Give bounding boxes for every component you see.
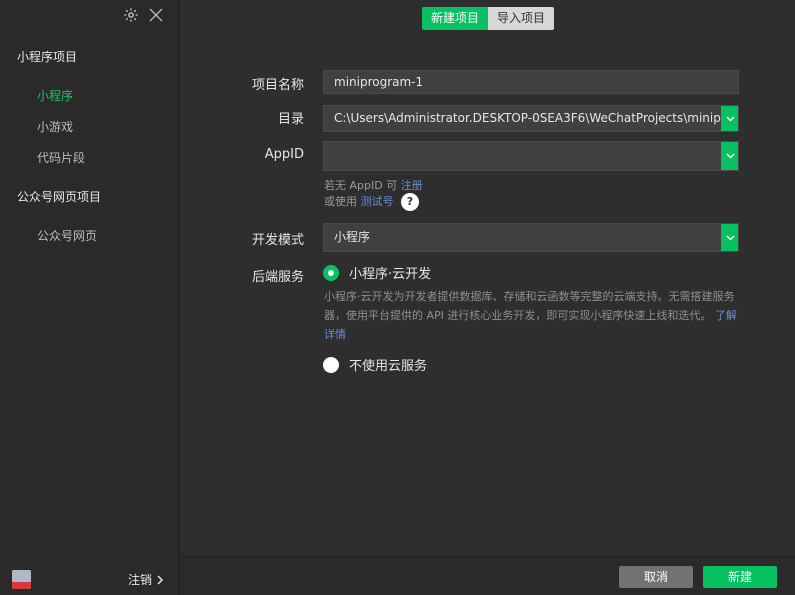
directory-label: 目录 (277, 112, 304, 127)
chevron-down-icon (725, 153, 735, 159)
section-miniprogram-projects: 小程序项目 (17, 50, 78, 64)
radio-button-checked[interactable] (323, 264, 339, 281)
gear-icon[interactable] (123, 7, 139, 23)
radio-cloud-dev[interactable]: 小程序·云开发 (323, 263, 431, 282)
create-button[interactable]: 新建 (703, 566, 777, 588)
directory-dropdown-button[interactable] (721, 106, 738, 131)
avatar (12, 570, 31, 589)
sidebar-item-code-snippet[interactable]: 代码片段 (37, 149, 85, 166)
sidebar: 小程序项目 小程序 小游戏 代码片段 公众号网页项目 公众号网页 注销 (0, 0, 180, 595)
dev-mode-select[interactable]: 小程序 (323, 223, 739, 252)
sidebar-item-miniprogram[interactable]: 小程序 (37, 87, 73, 104)
dev-mode-dropdown-button[interactable] (721, 224, 738, 251)
radio-button-unchecked[interactable] (323, 356, 339, 373)
help-icon[interactable]: ? (401, 193, 419, 211)
appid-register-hint: 若无 AppID 可 注册 (324, 179, 423, 192)
directory-value: C:\Users\Administrator.DESKTOP-0SEA3F6\W… (334, 111, 739, 125)
chevron-down-icon (725, 115, 735, 122)
appid-label: AppID (264, 147, 304, 162)
directory-select[interactable]: C:\Users\Administrator.DESKTOP-0SEA3F6\W… (323, 105, 739, 132)
radio-no-cloud-label: 不使用云服务 (349, 359, 428, 374)
sidebar-item-minigame[interactable]: 小游戏 (37, 118, 73, 135)
project-name-input[interactable]: miniprogram-1 (323, 70, 739, 94)
project-type-tabs: 新建项目 导入项目 (422, 7, 555, 30)
sidebar-item-official-web[interactable]: 公众号网页 (37, 227, 97, 244)
radio-cloud-dev-label: 小程序·云开发 (349, 267, 432, 282)
dialog-footer: 取消 新建 (181, 556, 795, 595)
cloud-dev-description: 小程序·云开发为开发者提供数据库、存储和云函数等完整的云端支持。无需搭建服务器，… (324, 290, 737, 341)
section-official-web-projects: 公众号网页项目 (17, 190, 102, 204)
appid-select[interactable] (323, 141, 739, 171)
radio-no-cloud[interactable]: 不使用云服务 (323, 355, 427, 374)
logout-button[interactable]: 注销 (128, 571, 164, 588)
tab-import-project[interactable]: 导入项目 (488, 7, 555, 30)
sidebar-top-controls (123, 6, 165, 24)
register-link[interactable]: 注册 (401, 179, 423, 192)
close-icon[interactable] (147, 6, 165, 24)
cancel-button[interactable]: 取消 (619, 566, 693, 588)
dev-mode-value: 小程序 (334, 230, 371, 244)
chevron-right-icon (157, 574, 164, 585)
logout-label: 注销 (127, 573, 152, 587)
test-account-link[interactable]: 测试号 (361, 195, 394, 208)
appid-test-hint: 或使用 测试号 ? (324, 193, 419, 211)
project-name-label: 项目名称 (251, 78, 304, 93)
chevron-down-icon (725, 234, 735, 241)
tab-new-project[interactable]: 新建项目 (422, 7, 489, 30)
appid-dropdown-button[interactable] (721, 142, 738, 170)
sidebar-footer: 注销 (0, 561, 180, 595)
dev-mode-label: 开发模式 (251, 233, 304, 248)
backend-service-label: 后端服务 (251, 270, 304, 285)
